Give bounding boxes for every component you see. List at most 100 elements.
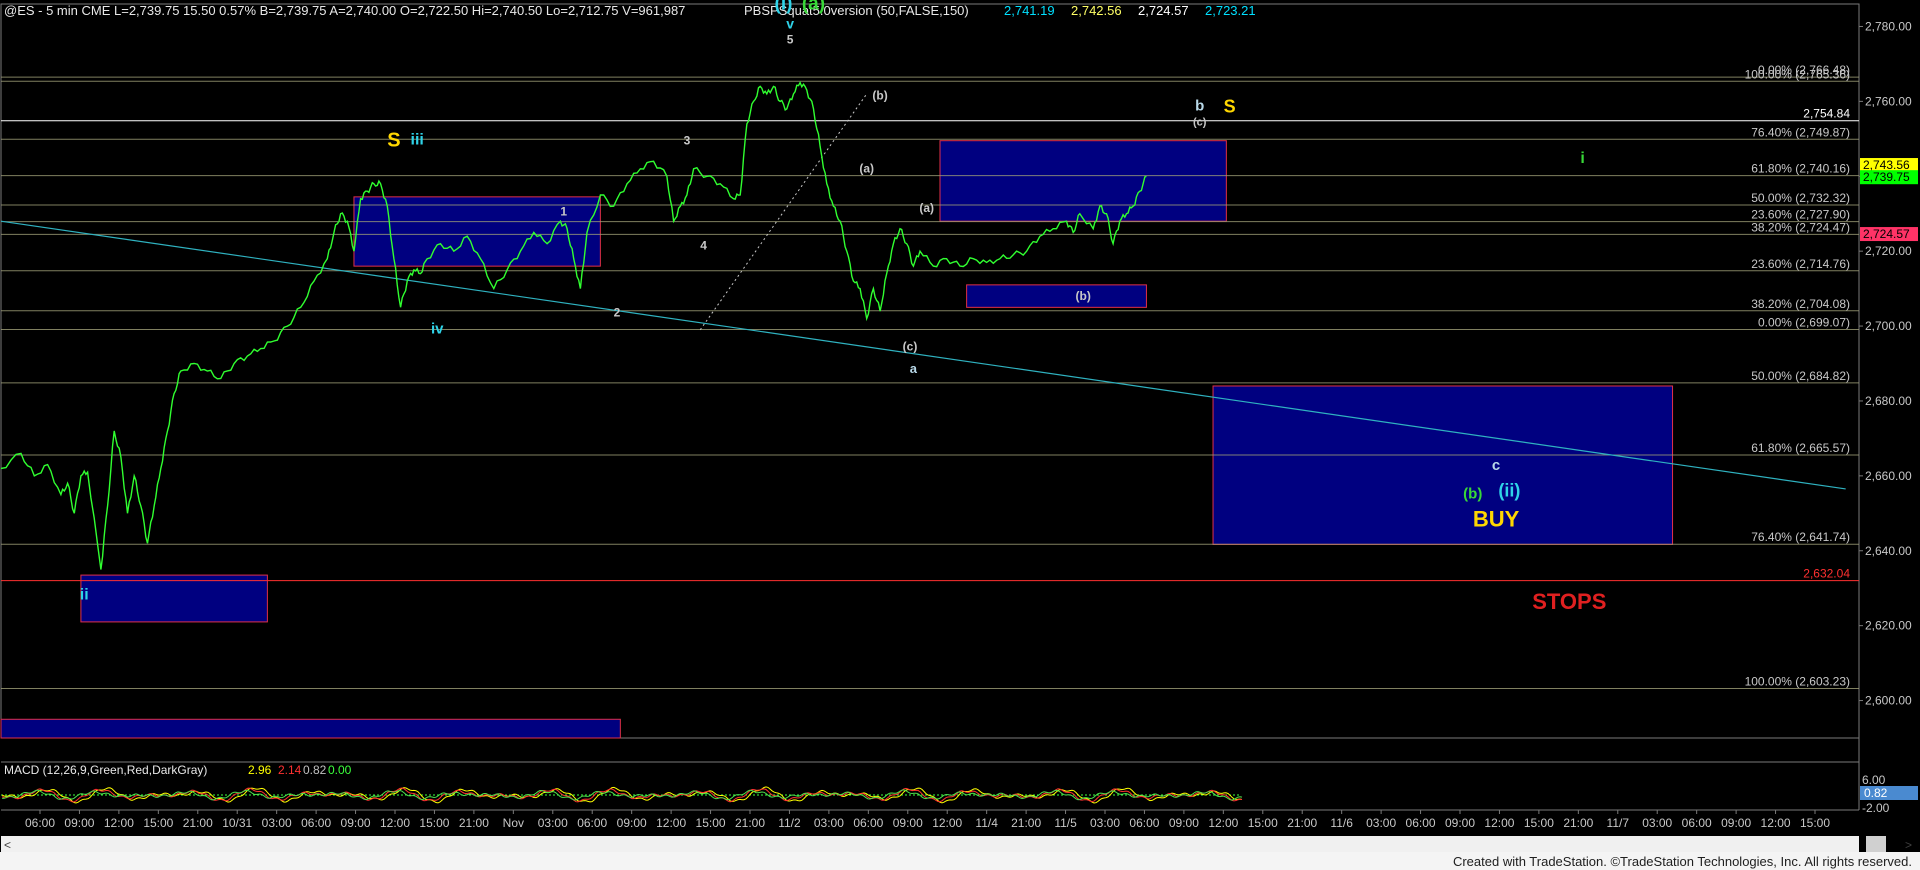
price-line-label: 2,754.84 <box>1803 107 1850 121</box>
wave-label: v <box>786 15 794 31</box>
x-tick-label: 21:00 <box>183 816 213 830</box>
price-line-label: 2,632.04 <box>1803 567 1850 581</box>
x-tick-label: 09:00 <box>617 816 647 830</box>
fib-level-label: 38.20% (2,724.47) <box>1751 220 1850 234</box>
x-tick-label: 09:00 <box>893 816 923 830</box>
y-tick-label: 2,700.00 <box>1865 319 1912 333</box>
x-tick-label: 09:00 <box>1169 816 1199 830</box>
scrollbar-track[interactable] <box>1 836 1859 852</box>
target-box <box>1212 385 1674 545</box>
x-tick-label: 11/4 <box>975 816 998 830</box>
target-box <box>0 718 621 739</box>
macd-value-signal: 2.14 <box>278 763 302 777</box>
macd-value-macd: 2.96 <box>248 763 272 777</box>
price-tag-label: 2,739.75 <box>1863 170 1910 184</box>
wave-label: S <box>387 129 400 151</box>
x-tick-label: 03:00 <box>538 816 568 830</box>
x-tick-label: 15:00 <box>696 816 726 830</box>
study-value-1: 2,741.19 <box>1004 3 1055 18</box>
scroll-left-arrow-icon[interactable]: < <box>4 838 11 852</box>
target-box <box>939 140 1227 222</box>
wave-label: b <box>1195 98 1204 115</box>
x-tick-label: 11/5 <box>1054 816 1077 830</box>
fib-level-label: 100.00% (2,765.36) <box>1745 67 1850 81</box>
x-tick-label: 12:00 <box>1484 816 1514 830</box>
target-box <box>966 284 1147 308</box>
x-tick-label: 21:00 <box>1287 816 1317 830</box>
wave-label: BUY <box>1473 506 1520 531</box>
study-value-2: 2,742.56 <box>1071 3 1122 18</box>
x-tick-label: 10/31 <box>222 816 252 830</box>
x-tick-label: 15:00 <box>143 816 173 830</box>
y-tick-label: 2,640.00 <box>1865 544 1912 558</box>
wave-label: a <box>910 361 918 376</box>
y-tick-label: 2,780.00 <box>1865 19 1912 33</box>
x-tick-label: 15:00 <box>1524 816 1554 830</box>
fib-level-label: 0.00% (2,699.07) <box>1758 316 1850 330</box>
study-value-4: 2,723.21 <box>1205 3 1256 18</box>
wave-label: 3 <box>684 133 691 147</box>
x-tick-label: 03:00 <box>1642 816 1672 830</box>
scroll-right-arrow-icon[interactable]: > <box>1905 838 1912 852</box>
wave-label: iv <box>431 321 444 338</box>
macd-axis-bottom: -2.00 <box>1862 801 1890 815</box>
x-tick-label: 09:00 <box>1721 816 1751 830</box>
y-tick-label: 2,720.00 <box>1865 244 1912 258</box>
x-tick-label: 06:00 <box>577 816 607 830</box>
wave-label: 1 <box>560 205 567 219</box>
x-tick-label: 21:00 <box>735 816 765 830</box>
wave-label: (i) <box>775 0 793 15</box>
macd-value-hist: 0.82 <box>303 763 327 777</box>
x-tick-label: 15:00 <box>1248 816 1278 830</box>
wave-label: (a) <box>802 0 825 15</box>
wave-label: (b) <box>872 88 887 102</box>
x-tick-label: 21:00 <box>1011 816 1041 830</box>
wave-label: c <box>1492 457 1500 474</box>
x-tick-label: 12:00 <box>932 816 962 830</box>
wave-label: S <box>1224 97 1236 117</box>
wave-label: (b) <box>1076 289 1091 303</box>
price-tag-label: 2,724.57 <box>1863 227 1910 241</box>
chart-canvas: @ES - 5 min CME L=2,739.75 15.50 0.57% B… <box>0 0 1920 870</box>
fib-level-label: 50.00% (2,684.82) <box>1751 369 1850 383</box>
macd-label: MACD (12,26,9,Green,Red,DarkGray) <box>4 763 207 777</box>
x-tick-label: 21:00 <box>1563 816 1593 830</box>
horizontal-scrollbar[interactable]: < > <box>1 836 1912 852</box>
wave-label: (ii) <box>1498 480 1520 500</box>
fib-level-label: 38.20% (2,704.08) <box>1751 297 1850 311</box>
wave-label: i <box>1580 150 1584 167</box>
wave-label: ii <box>80 586 89 603</box>
macd-axis-top: 6.00 <box>1862 773 1886 787</box>
scrollbar-thumb[interactable] <box>1866 836 1886 852</box>
x-tick-label: 12:00 <box>380 816 410 830</box>
x-tick-label: 09:00 <box>341 816 371 830</box>
x-tick-label: 12:00 <box>656 816 686 830</box>
x-tick-label: 12:00 <box>1761 816 1791 830</box>
y-tick-label: 2,620.00 <box>1865 619 1912 633</box>
fib-level-label: 61.80% (2,740.16) <box>1751 162 1850 176</box>
x-tick-label: 03:00 <box>814 816 844 830</box>
wave-label: (b) <box>1463 485 1482 502</box>
x-tick-label: 06:00 <box>1406 816 1436 830</box>
wave-label: iii <box>411 131 424 148</box>
y-tick-label: 2,760.00 <box>1865 94 1912 108</box>
x-tick-label: 03:00 <box>262 816 292 830</box>
symbol-info: @ES - 5 min CME L=2,739.75 15.50 0.57% B… <box>4 3 685 18</box>
study-value-3: 2,724.57 <box>1138 3 1189 18</box>
wave-label: (c) <box>1193 117 1207 129</box>
x-tick-label: 03:00 <box>1366 816 1396 830</box>
x-tick-label: 06:00 <box>301 816 331 830</box>
wave-label: 5 <box>787 32 794 46</box>
wave-label: STOPS <box>1532 589 1606 614</box>
x-tick-label: 11/6 <box>1330 816 1353 830</box>
fib-level-label: 23.60% (2,714.76) <box>1751 257 1850 271</box>
x-tick-label: 09:00 <box>64 816 94 830</box>
x-tick-label: 11/2 <box>778 816 801 830</box>
x-tick-label: 09:00 <box>1445 816 1475 830</box>
footer-credit: Created with TradeStation. ©TradeStation… <box>1453 854 1912 869</box>
x-tick-label: 15:00 <box>419 816 449 830</box>
x-tick-label: 12:00 <box>104 816 134 830</box>
x-tick-label: 15:00 <box>1800 816 1830 830</box>
macd-axis-current: 0.82 <box>1864 786 1888 800</box>
y-tick-label: 2,660.00 <box>1865 469 1912 483</box>
